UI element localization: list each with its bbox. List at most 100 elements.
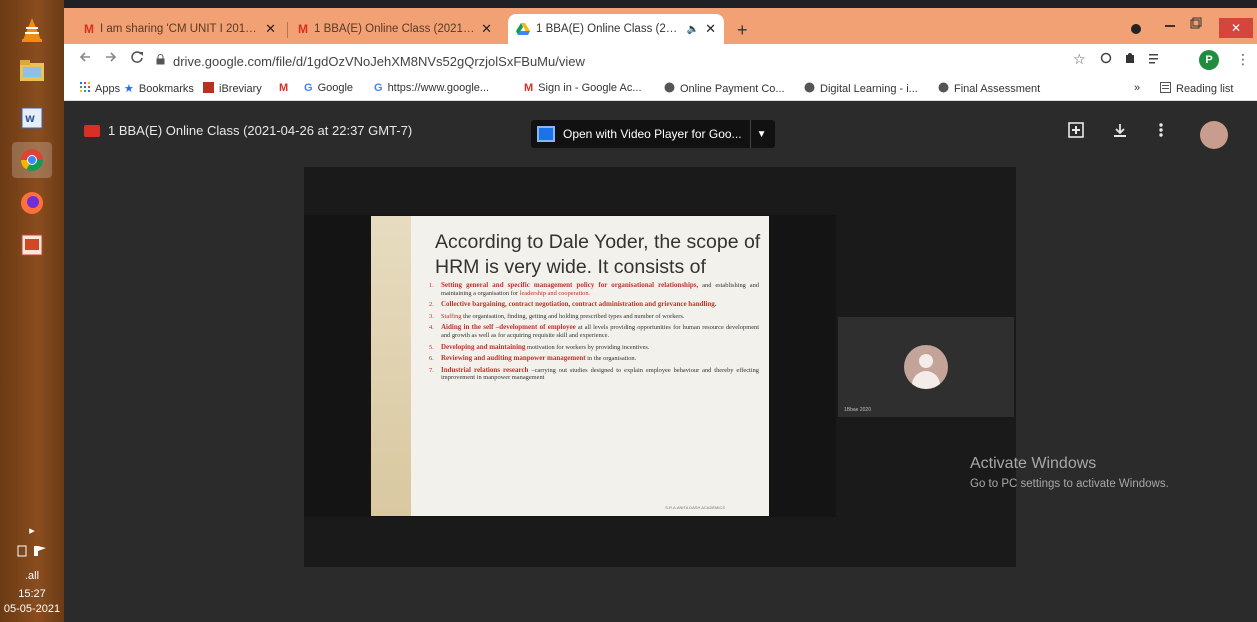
bookmark-label: Online Payment Co... [680,83,785,95]
drive-video-viewer: 1 BBA(E) Online Class (2021-04-26 at 22:… [64,101,1257,622]
bookmark-gmail[interactable]: M [279,82,293,94]
presentation-slide: According to Dale Yoder, the scope of HR… [371,216,769,516]
add-to-drive-icon[interactable] [1068,122,1084,143]
chrome-menu-icon[interactable]: ⋮ [1236,51,1250,68]
tab-title: I am sharing 'CM UNIT I 2014' w... [100,23,260,35]
globe-icon [664,82,675,96]
window-close-button[interactable]: ✕ [1219,18,1253,38]
gmail-icon: M [524,82,534,94]
bookmark-label: Apps [95,82,121,95]
profile-avatar[interactable]: P [1199,50,1219,70]
gmail-icon: M [279,82,289,94]
network-signal-icon[interactable]: .all [0,570,64,582]
tray-expand-icon[interactable]: ▸ [0,524,64,537]
bookmark-bookmarks[interactable]: ★ Bookmarks [124,82,194,96]
reading-list-button[interactable]: Reading list [1160,82,1233,96]
list-item: 4. Aiding in the self –development of emp… [429,323,759,339]
bookmark-google-signin[interactable]: M Sign in - Google Ac... [524,82,642,94]
word-icon[interactable]: W [12,100,52,136]
watermark-title: Activate Windows [970,455,1097,472]
more-actions-icon[interactable] [1158,122,1164,143]
gmail-icon: M [84,22,94,36]
bookmark-google[interactable]: G Google [304,82,353,94]
account-avatar[interactable] [1200,121,1228,149]
gmail-icon: M [298,22,308,36]
file-explorer-icon[interactable] [12,53,52,89]
vlc-icon[interactable] [12,12,52,48]
participant-tile: 1Bbae 2020 [838,317,1014,417]
tab-gmail-online-class[interactable]: M 1 BBA(E) Online Class (2021-04-2... ✕ [290,14,500,44]
tab-title: 1 BBA(E) Online Class (2021-... [536,23,683,35]
restore-icon[interactable] [1190,16,1202,32]
clock-time[interactable]: 15:27 [0,588,64,600]
back-arrow-icon[interactable] [78,50,92,69]
list-item: 3. Staffing the organisation, finding, ge… [429,312,685,320]
bookmark-label: https://www.google... [387,82,490,94]
slide-title: According to Dale Yoder, the scope of HR… [435,231,761,278]
ibreviary-icon [203,82,214,96]
speaker-icon[interactable]: 🔈 [687,24,699,35]
url-text: drive.google.com/file/d/1gdOzVNoJehXM8NV… [173,53,585,69]
bookmark-label: Final Assessment [954,83,1041,95]
participant-avatar-icon [904,345,948,389]
bookmark-label: Digital Learning - i... [820,83,918,95]
bookmark-star-icon[interactable]: ☆ [1073,51,1086,68]
screen: W ▸ .all 15:27 05-05-2021 M I am sharing… [0,0,1257,622]
star-icon: ★ [124,83,134,95]
chevron-down-icon[interactable]: ▼ [751,129,773,140]
media-queue-icon[interactable] [1148,51,1162,67]
bookmarks-bar: Apps ★ Bookmarks iBreviary M G Google G … [64,77,1257,101]
reload-icon[interactable] [130,50,144,69]
new-tab-button[interactable]: + [737,20,748,41]
open-with-label: Open with Video Player for Goo... [563,127,742,141]
record-dot-icon[interactable] [1130,22,1142,38]
bookmark-label: Sign in - Google Ac... [538,82,642,94]
google-icon: G [304,82,313,94]
address-bar[interactable]: drive.google.com/file/d/1gdOzVNoJehXM8NV… [156,49,1166,73]
extension-circle-icon[interactable] [1100,51,1112,67]
close-icon: ✕ [1230,21,1242,35]
tab-gmail-sharing[interactable]: M I am sharing 'CM UNIT I 2014' w... ✕ [76,14,284,44]
slide-decor-strip [371,216,411,516]
extensions-puzzle-icon[interactable] [1124,51,1136,67]
open-with-button[interactable]: Open with Video Player for Goo... ▼ [531,120,775,148]
firefox-icon[interactable] [12,185,52,221]
bookmark-label: Google [317,82,354,94]
forward-arrow-icon[interactable] [104,50,118,69]
tabstrip-top-border [64,0,1257,8]
tab-close-icon[interactable]: ✕ [705,21,716,37]
tab-close-icon[interactable]: ✕ [481,21,492,37]
reading-list-label: Reading list [1176,83,1234,95]
minimize-icon[interactable] [1164,18,1176,34]
bookmark-ibreviary[interactable]: iBreviary [203,82,262,96]
bookmark-apps[interactable]: Apps [80,82,120,95]
bookmark-google-url[interactable]: G https://www.google... [374,82,489,94]
watermark-subtitle: Go to PC settings to activate Windows. [970,478,1169,490]
svg-text:W: W [25,115,35,125]
tab-separator [287,22,288,38]
download-icon[interactable] [1112,122,1128,143]
clock-date[interactable]: 05-05-2021 [0,603,64,615]
apps-grid-icon [80,82,90,95]
tab-drive-online-class[interactable]: 1 BBA(E) Online Class (2021-... 🔈 ✕ [508,14,724,44]
list-item: 1. Setting general and specific managemen… [429,281,759,297]
globe-icon [938,82,949,96]
slide-bullet-list: 1. Setting general and specific managemen… [429,281,759,386]
powerpoint-icon[interactable] [12,227,52,263]
bookmark-final-assessment[interactable]: Final Assessment [938,82,1040,96]
video-player[interactable]: According to Dale Yoder, the scope of HR… [304,167,1016,567]
activate-windows-watermark: Activate Windows Go to PC settings to ac… [970,455,1169,490]
lock-icon[interactable] [156,54,165,68]
more-bookmarks-button[interactable]: » [1134,82,1140,94]
list-item: 2. Collective bargaining, contract negoti… [429,300,717,309]
list-item: 6. Reviewing and auditing manpower manage… [429,354,637,363]
slide-footer: S.R.A.ANITA DASH ACADEMICS [665,505,725,510]
bookmark-online-payment[interactable]: Online Payment Co... [664,82,785,96]
tab-close-icon[interactable]: ✕ [265,21,276,37]
tray-flag-icons[interactable] [0,544,64,561]
chrome-window: M I am sharing 'CM UNIT I 2014' w... ✕ M… [64,0,1257,622]
browser-toolbar: drive.google.com/file/d/1gdOzVNoJehXM8NV… [64,44,1257,77]
bookmark-label: iBreviary [219,83,262,95]
chrome-icon[interactable] [12,142,52,178]
bookmark-digital-learning[interactable]: Digital Learning - i... [804,82,918,96]
